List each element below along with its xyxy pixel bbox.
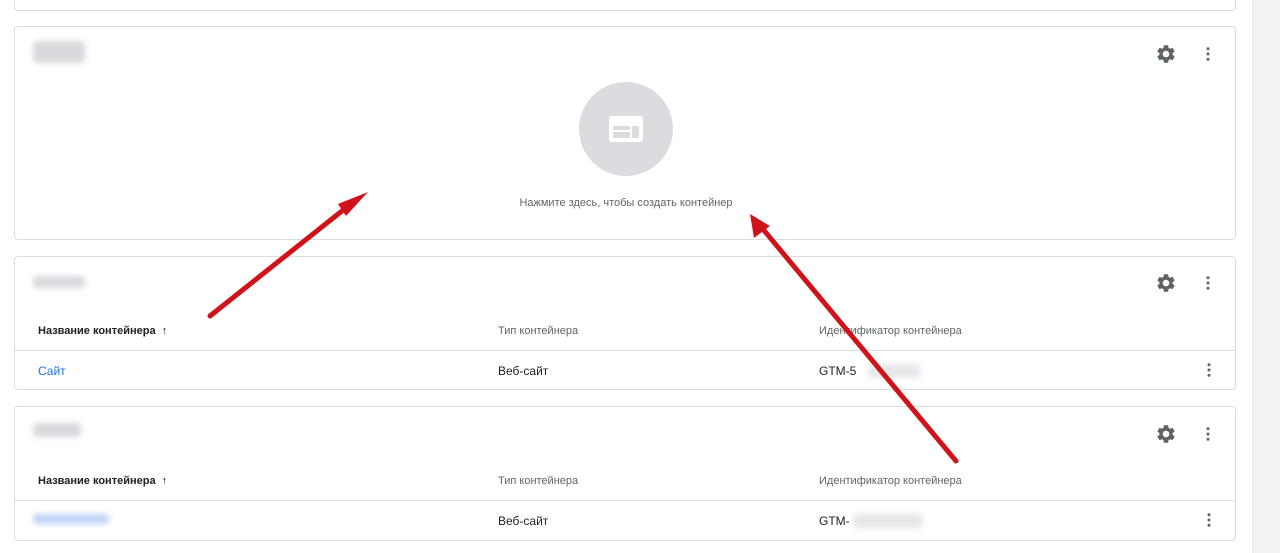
row-divider <box>15 500 1235 501</box>
more-vert-icon[interactable] <box>1194 420 1222 448</box>
container-type: Веб-сайт <box>498 364 549 378</box>
row-divider <box>15 350 1235 351</box>
column-header-id: Идентификатор контейнера <box>819 325 962 337</box>
account-name-blurred <box>33 276 85 288</box>
column-header-type: Тип контейнера <box>498 475 579 487</box>
account-card: Название контейнера ↑ Тип контейнера Иден… <box>14 406 1236 541</box>
container-id: GTM- <box>819 514 850 528</box>
container-id-value: GTM- <box>819 514 850 528</box>
create-container-button[interactable] <box>579 82 673 176</box>
web-container-icon <box>609 116 643 142</box>
sort-arrow-icon[interactable]: ↑ <box>162 325 168 337</box>
gear-icon[interactable] <box>1152 420 1180 448</box>
account-name-blurred <box>33 41 85 63</box>
gear-icon[interactable] <box>1152 269 1180 297</box>
account-card-previous <box>14 0 1236 11</box>
account-card: Название контейнера ↑ Тип контейнера Иден… <box>14 256 1236 390</box>
column-header-type: Тип контейнера <box>498 325 579 337</box>
container-id-blurred <box>868 364 920 378</box>
account-card-empty: Нажмите здесь, чтобы создать контейнер <box>14 26 1236 240</box>
container-name-link-blurred[interactable] <box>33 514 109 524</box>
row-more-vert-icon[interactable] <box>1195 506 1223 534</box>
row-more-vert-icon[interactable] <box>1195 356 1223 384</box>
container-name-link[interactable]: Сайт <box>38 364 66 378</box>
container-id: GTM-5 <box>819 364 856 378</box>
more-vert-icon[interactable] <box>1194 40 1222 68</box>
container-id-blurred <box>853 514 923 528</box>
sort-arrow-icon[interactable]: ↑ <box>162 475 168 487</box>
container-type: Веб-сайт <box>498 514 549 528</box>
column-header-id: Идентификатор контейнера <box>819 475 962 487</box>
column-header-name[interactable]: Название контейнера ↑ <box>38 475 167 487</box>
account-name-blurred <box>33 423 81 437</box>
more-vert-icon[interactable] <box>1194 269 1222 297</box>
gear-icon[interactable] <box>1152 40 1180 68</box>
column-header-name-label: Название контейнера <box>38 325 156 337</box>
column-header-name-label: Название контейнера <box>38 475 156 487</box>
container-id-value: GTM-5 <box>819 364 857 378</box>
create-container-prompt[interactable]: Нажмите здесь, чтобы создать контейнер <box>15 197 1237 209</box>
right-gutter <box>1252 0 1280 553</box>
column-header-name[interactable]: Название контейнера ↑ <box>38 325 167 337</box>
